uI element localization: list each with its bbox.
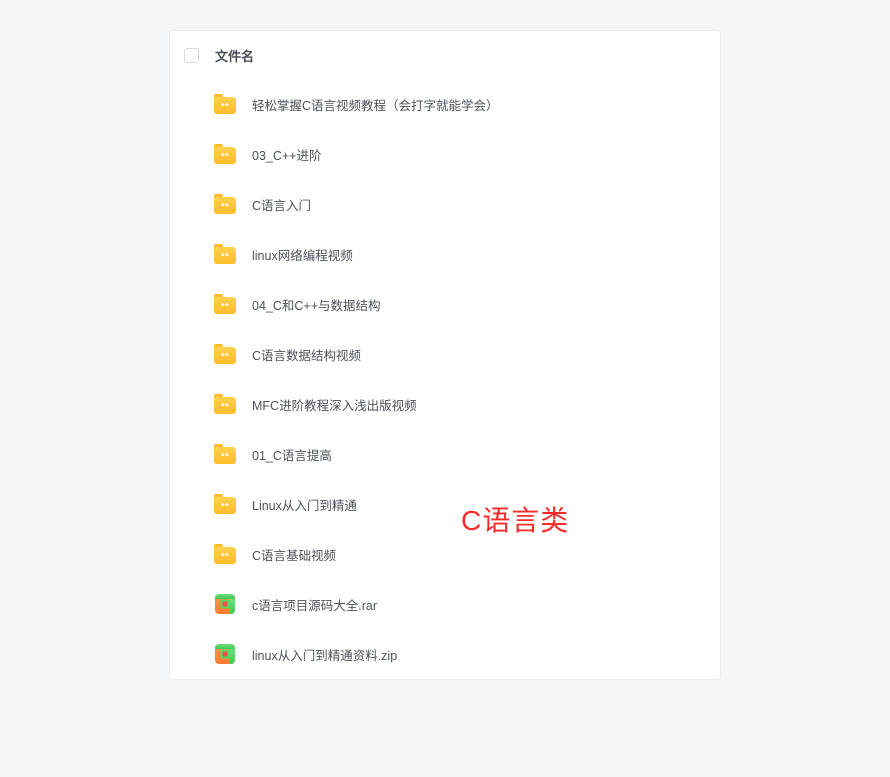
folder-icon [214, 393, 236, 415]
file-name-label: C语言入门 [252, 195, 311, 214]
file-name-label: C语言数据结构视频 [252, 345, 361, 364]
file-name-label: 04_C和C++与数据结构 [252, 295, 381, 314]
file-row[interactable]: linux网络编程视频 [170, 229, 720, 279]
file-row[interactable]: MFC进阶教程深入浅出版视频 [170, 379, 720, 429]
folder-icon [214, 493, 236, 515]
file-row[interactable]: linux从入门到精通资料.zip [170, 629, 720, 679]
file-row[interactable]: C语言入门 [170, 179, 720, 229]
column-header-filename: 文件名 [215, 46, 254, 65]
folder-icon [214, 243, 236, 265]
folder-icon [214, 293, 236, 315]
list-header: 文件名 [170, 31, 720, 79]
file-row[interactable]: C语言基础视频 [170, 529, 720, 579]
file-row[interactable]: c语言项目源码大全.rar [170, 579, 720, 629]
folder-icon [214, 343, 236, 365]
file-row[interactable]: C语言数据结构视频 [170, 329, 720, 379]
file-name-label: Linux从入门到精通 [252, 495, 357, 514]
file-name-label: MFC进阶教程深入浅出版视频 [252, 395, 417, 414]
file-row[interactable]: 轻松掌握C语言视频教程（会打字就能学会） [170, 79, 720, 129]
select-all-checkbox[interactable] [184, 48, 199, 63]
archive-icon [214, 593, 236, 615]
file-name-label: C语言基础视频 [252, 545, 336, 564]
file-name-label: 01_C语言提高 [252, 445, 332, 464]
file-row[interactable]: 04_C和C++与数据结构 [170, 279, 720, 329]
folder-icon [214, 193, 236, 215]
file-name-label: c语言项目源码大全.rar [252, 595, 377, 614]
file-name-label: linux从入门到精通资料.zip [252, 645, 397, 664]
folder-icon [214, 93, 236, 115]
file-name-label: linux网络编程视频 [252, 245, 353, 264]
file-name-label: 03_C++进阶 [252, 145, 321, 164]
file-list-panel: 文件名 轻松掌握C语言视频教程（会打字就能学会） 03_C++进阶 C语言入门 lin… [169, 30, 721, 680]
folder-icon [214, 443, 236, 465]
file-row[interactable]: 03_C++进阶 [170, 129, 720, 179]
file-list: 轻松掌握C语言视频教程（会打字就能学会） 03_C++进阶 C语言入门 linux网络… [170, 79, 720, 679]
folder-icon [214, 143, 236, 165]
file-row[interactable]: Linux从入门到精通 [170, 479, 720, 529]
file-row[interactable]: 01_C语言提高 [170, 429, 720, 479]
folder-icon [214, 543, 236, 565]
file-name-label: 轻松掌握C语言视频教程（会打字就能学会） [252, 95, 499, 114]
archive-icon [214, 643, 236, 665]
